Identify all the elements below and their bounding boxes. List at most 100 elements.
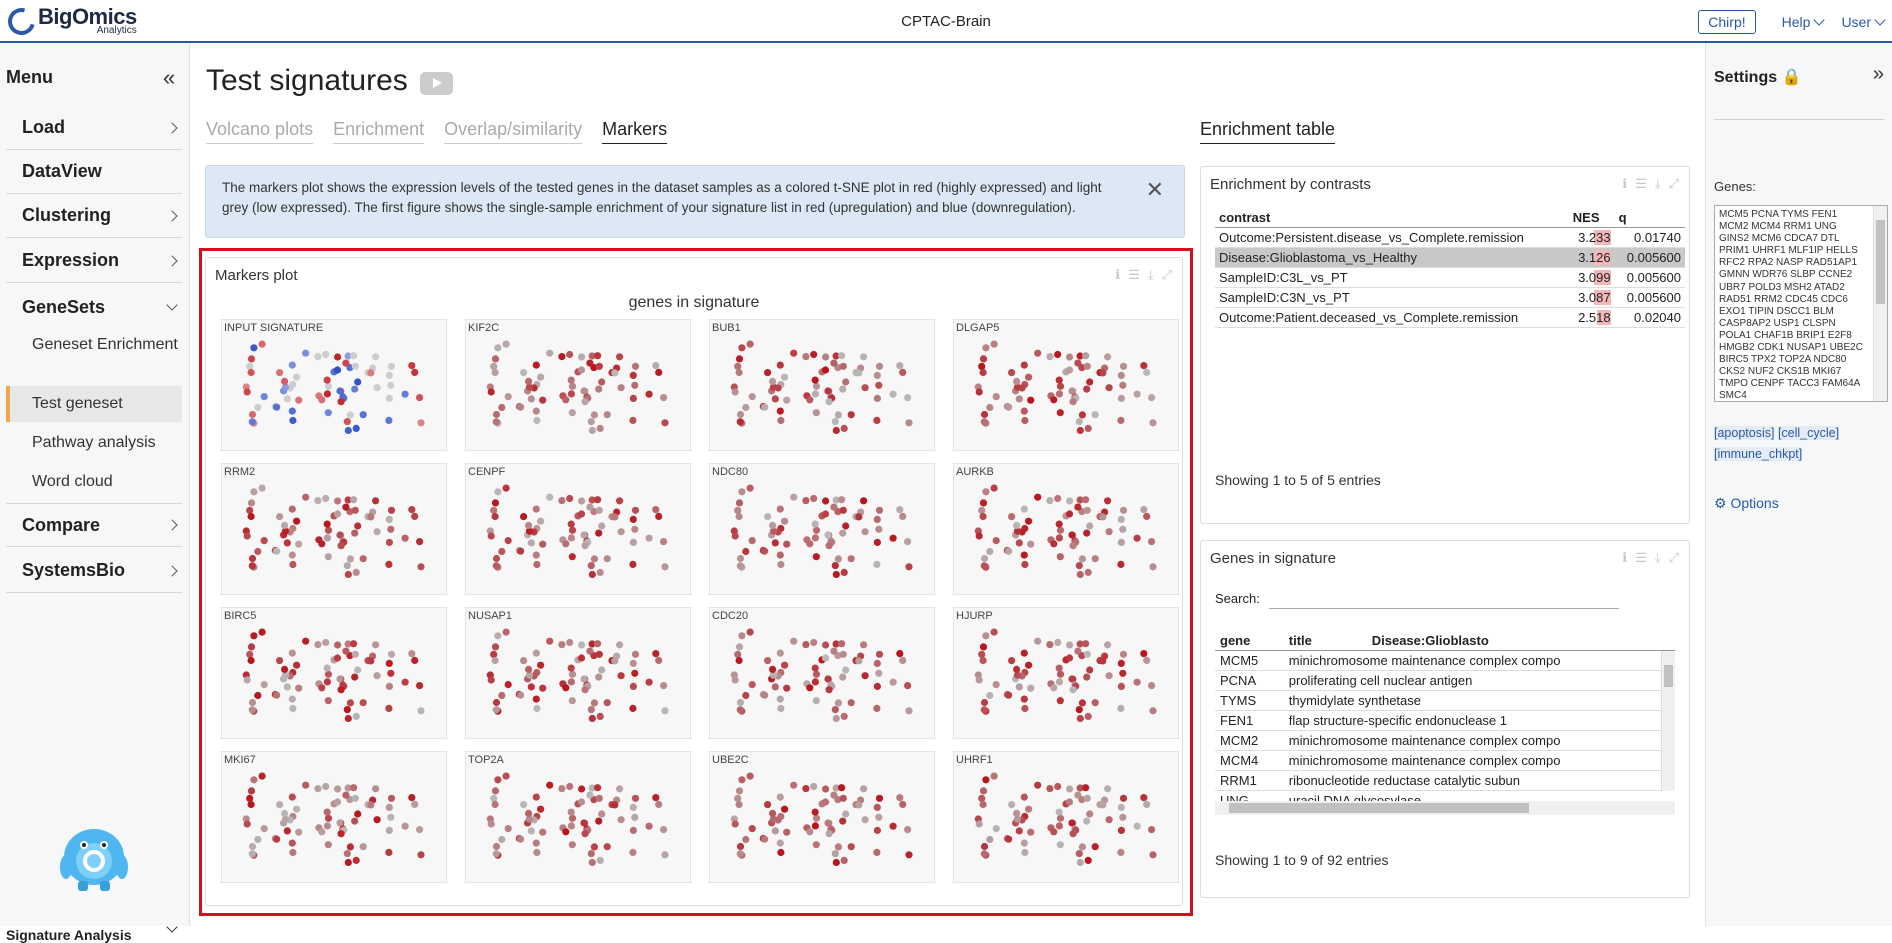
scrollbar-thumb[interactable] [1229, 803, 1529, 813]
sidebar-subitem-geneset-enrichment[interactable]: Geneset Enrichment [6, 336, 182, 354]
scrollbar-thumb[interactable] [1876, 220, 1885, 304]
tag-apoptosis[interactable]: [apoptosis] [1714, 426, 1775, 440]
scatter-point [532, 361, 540, 369]
scatter-point [258, 628, 266, 636]
sidebar-item-load[interactable]: Load [6, 106, 182, 150]
card-toolbar: ℹ ☰ ⤓ ⤢ [1622, 176, 1679, 192]
search-input[interactable] [1269, 585, 1619, 609]
tab-enrichment[interactable]: Enrichment [333, 119, 425, 144]
table-row[interactable]: Outcome:Patient.deceased_vs_Complete.rem… [1215, 307, 1685, 328]
table-row[interactable]: SampleID:C3N_vs_PT 3.087 0.005600 [1215, 287, 1685, 308]
scatter-point [1020, 839, 1028, 847]
sidebar-item-clustering[interactable]: Clustering [6, 194, 182, 238]
sidebar-item-genesets[interactable]: GeneSets [6, 285, 182, 329]
tsne-scatter [974, 772, 1157, 867]
close-icon[interactable]: ✕ [1146, 179, 1164, 201]
table-row[interactable]: Disease:Glioblastoma_vs_Healthy 3.126 0.00… [1215, 247, 1685, 268]
user-menu[interactable]: User [1841, 14, 1886, 30]
scatter-point [735, 643, 744, 651]
table-row[interactable]: MCM4 minichromosome maintenance complex c… [1215, 750, 1675, 771]
download-icon[interactable]: ⤓ [1655, 176, 1661, 192]
vertical-scrollbar[interactable] [1873, 206, 1887, 401]
help-menu[interactable]: Help [1782, 14, 1826, 30]
sidebar-item-expression[interactable]: Expression [6, 239, 182, 283]
sidebar-item-label: Compare [22, 514, 101, 535]
sidebar-item-dataview[interactable]: DataView [6, 150, 182, 194]
table-row[interactable]: PCNA proliferating cell nuclear antigen [1215, 670, 1675, 691]
tab-overlap-similarity[interactable]: Overlap/similarity [444, 119, 583, 144]
sidebar-subitem-word-cloud[interactable]: Word cloud [6, 472, 182, 492]
table-row[interactable]: MCM2 minichromosome maintenance complex c… [1215, 730, 1675, 751]
table-row[interactable]: TYMS thymidylate synthetase [1215, 690, 1675, 711]
chirp-button[interactable]: Chirp! [1698, 10, 1756, 34]
scatter-point [631, 525, 639, 533]
tab-enrichment-table[interactable]: Enrichment table [1200, 119, 1336, 144]
tag-cell-cycle[interactable]: [cell_cycle] [1777, 426, 1840, 440]
card-toolbar: ℹ ☰ ⤓ ⤢ [1622, 550, 1679, 566]
download-icon[interactable]: ⤓ [1655, 550, 1661, 566]
tab-markers[interactable]: Markers [602, 119, 668, 144]
table-row[interactable]: SampleID:C3L_vs_PT 3.099 0.005600 [1215, 267, 1685, 288]
table-row[interactable]: UNG uracil DNA glycosylase [1215, 790, 1675, 801]
scatter-point [1105, 528, 1113, 536]
table-row[interactable]: RRM1 ribonucleotide reductase catalytic s… [1215, 770, 1675, 791]
module-selector[interactable]: Signature Analysis [6, 921, 182, 943]
table-row[interactable]: FEN1 flap structure-specific endonuclease… [1215, 710, 1675, 731]
video-play-icon[interactable] [420, 72, 453, 95]
scatter-point [517, 835, 525, 843]
menu-icon[interactable]: ☰ [1128, 267, 1140, 283]
genes-textarea[interactable]: MCM5 PCNA TYMS FEN1 MCM2 MCM4 RRM1 UNG G… [1714, 205, 1888, 402]
scatter-point [1075, 562, 1083, 570]
scatter-point [783, 684, 791, 692]
scatter-point [631, 650, 640, 658]
info-icon[interactable]: ℹ [1115, 267, 1120, 283]
scatter-point [629, 848, 637, 856]
scrollbar-thumb[interactable] [1664, 665, 1673, 687]
menu-icon[interactable]: ☰ [1635, 550, 1647, 566]
scatter-point [889, 390, 897, 398]
expand-icon[interactable]: ⤢ [1669, 550, 1679, 566]
info-icon[interactable]: ℹ [1622, 550, 1627, 566]
vertical-scrollbar[interactable] [1661, 651, 1675, 791]
scatter-point [660, 394, 668, 402]
collapse-settings-icon[interactable]: » [1873, 63, 1884, 86]
options-label: Options [1730, 495, 1779, 511]
scatter-point [324, 526, 333, 534]
col-header-contrast[interactable]: contrast [1215, 208, 1569, 228]
info-icon[interactable]: ℹ [1622, 176, 1627, 192]
tab-volcano-plots[interactable]: Volcano plots [206, 119, 314, 144]
scatter-point [1034, 493, 1042, 501]
scatter-point [603, 699, 611, 707]
tag-immune-chkpt[interactable]: [immune_chkpt] [1714, 447, 1803, 461]
table-row[interactable]: MCM5 minichromosome maintenance complex c… [1215, 650, 1675, 671]
sidebar-subitem-test-geneset[interactable]: Test geneset [6, 386, 182, 422]
scatter-point [491, 355, 500, 363]
scatter-point [490, 362, 498, 370]
scatter-point [1021, 848, 1029, 857]
scatter-point [351, 650, 359, 658]
options-link[interactable]: ⚙ Options [1714, 495, 1779, 512]
col-header-gene[interactable]: gene [1215, 631, 1284, 651]
scatter-point [873, 704, 881, 712]
table-row[interactable]: Outcome:Persistent.disease_vs_Complete.r… [1215, 227, 1685, 248]
download-icon[interactable]: ⤓ [1148, 267, 1154, 283]
collapse-sidebar-icon[interactable]: « [163, 65, 175, 91]
scatter-point [350, 784, 358, 792]
col-header-contrast[interactable]: Disease:Glioblasto [1366, 631, 1675, 651]
expand-icon[interactable]: ⤢ [1669, 176, 1679, 192]
horizontal-scrollbar[interactable] [1215, 801, 1675, 815]
scatter-point [735, 800, 743, 809]
sidebar-item-systemsbio[interactable]: SystemsBio [6, 549, 182, 593]
scatter-point [1143, 656, 1151, 664]
scatter-point [273, 691, 281, 699]
menu-icon[interactable]: ☰ [1635, 176, 1647, 192]
panel-label: NDC80 [712, 466, 749, 478]
col-header-title[interactable]: title [1283, 631, 1367, 651]
info-text: The markers plot shows the expression le… [222, 180, 1102, 215]
sidebar-item-compare[interactable]: Compare [6, 503, 182, 547]
expand-icon[interactable]: ⤢ [1162, 267, 1172, 283]
col-header-q[interactable]: q [1614, 208, 1685, 228]
col-header-nes[interactable]: NES [1568, 208, 1615, 228]
panel-label: KIF2C [468, 322, 500, 334]
sidebar-subitem-pathway-analysis[interactable]: Pathway analysis [6, 433, 182, 453]
